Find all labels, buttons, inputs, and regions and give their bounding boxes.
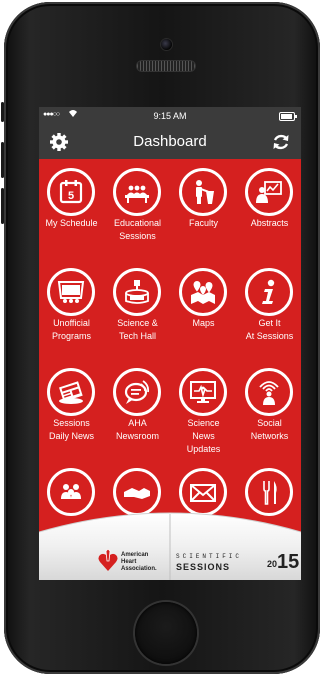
mute-switch (1, 102, 4, 122)
tile-label: Science & Tech Hall (117, 318, 158, 341)
aha-logo-text: American Heart Association. (121, 552, 157, 572)
nav-bar: Dashboard (39, 125, 301, 159)
tile-educational-sessions[interactable]: Educational Sessions (105, 159, 170, 259)
year-big: 15 (277, 551, 300, 573)
monitor-heartbeat-icon (179, 368, 227, 416)
tile-label: Abstracts (250, 218, 289, 228)
sessions-year: 2015 (267, 552, 299, 572)
refresh-icon[interactable] (271, 132, 291, 152)
lecturer-icon (179, 168, 227, 216)
tile-science-news-updates[interactable]: Science News Updates (171, 359, 236, 459)
map-pins-icon (179, 268, 227, 316)
broadcast-person-icon (245, 368, 293, 416)
volume-up-button (1, 142, 4, 178)
tile-sessions-daily-news[interactable]: Sessions Daily News (39, 359, 104, 459)
tile-label: Social Networks (250, 418, 289, 441)
tile-get-it-at-sessions[interactable]: Get It At Sessions (237, 259, 301, 359)
earpiece-speaker (137, 61, 195, 71)
tile-unofficial-programs[interactable]: Unofficial Programs (39, 259, 104, 359)
status-time: 9:15 AM (153, 111, 187, 121)
tile-label: Sessions Daily News (48, 418, 94, 441)
tile-label: Faculty (188, 218, 218, 228)
booth-icon (113, 268, 161, 316)
tile-aha-newsroom[interactable]: AHA Newsroom (105, 359, 170, 459)
tile-abstracts[interactable]: Abstracts (237, 159, 301, 259)
screen-icon (47, 268, 95, 316)
front-camera (161, 39, 172, 50)
phone-frame: ●●●○○ 9:15 AM Dashboard 5 My Schedule Ed… (1, 2, 320, 674)
tile-my-schedule[interactable]: 5 My Schedule (39, 159, 104, 259)
tile-maps[interactable]: Maps (171, 259, 236, 359)
tile-social-networks[interactable]: Social Networks (237, 359, 301, 459)
calendar-icon: 5 (47, 168, 95, 216)
presentation-icon (245, 168, 293, 216)
sessions-text: SESSIONS (176, 562, 231, 572)
tile-label: Science News Updates (186, 418, 221, 454)
tile-label: AHA Newsroom (115, 418, 159, 441)
aha-heart-torch-logo (98, 549, 118, 571)
sponsor-footer: American Heart Association. SCIENTIFIC S… (39, 502, 301, 580)
status-bar: ●●●○○ 9:15 AM (39, 107, 301, 125)
tile-label: Educational Sessions (113, 218, 162, 241)
tile-faculty[interactable]: Faculty (171, 159, 236, 259)
tile-label: Maps (192, 318, 215, 328)
tile-science-tech-hall[interactable]: Science & Tech Hall (105, 259, 170, 359)
battery-icon (279, 112, 297, 121)
tile-label: Unofficial Programs (51, 318, 91, 341)
speech-bubble-icon (113, 368, 161, 416)
home-button[interactable] (135, 602, 197, 664)
tile-label: Get It At Sessions (245, 318, 294, 341)
newspaper-icon (47, 368, 95, 416)
info-icon (245, 268, 293, 316)
footer-curve (39, 512, 301, 580)
volume-down-button (1, 188, 4, 224)
year-small: 20 (267, 559, 278, 569)
classroom-icon (113, 168, 161, 216)
screen: ●●●○○ 9:15 AM Dashboard 5 My Schedule Ed… (39, 107, 301, 580)
page-title: Dashboard (133, 133, 207, 150)
svg-text:5: 5 (68, 190, 74, 202)
tile-label: My Schedule (45, 218, 98, 228)
scientific-text: SCIENTIFIC (176, 553, 243, 560)
dashboard-grid: 5 My Schedule Educational Sessions Facul… (39, 159, 301, 516)
